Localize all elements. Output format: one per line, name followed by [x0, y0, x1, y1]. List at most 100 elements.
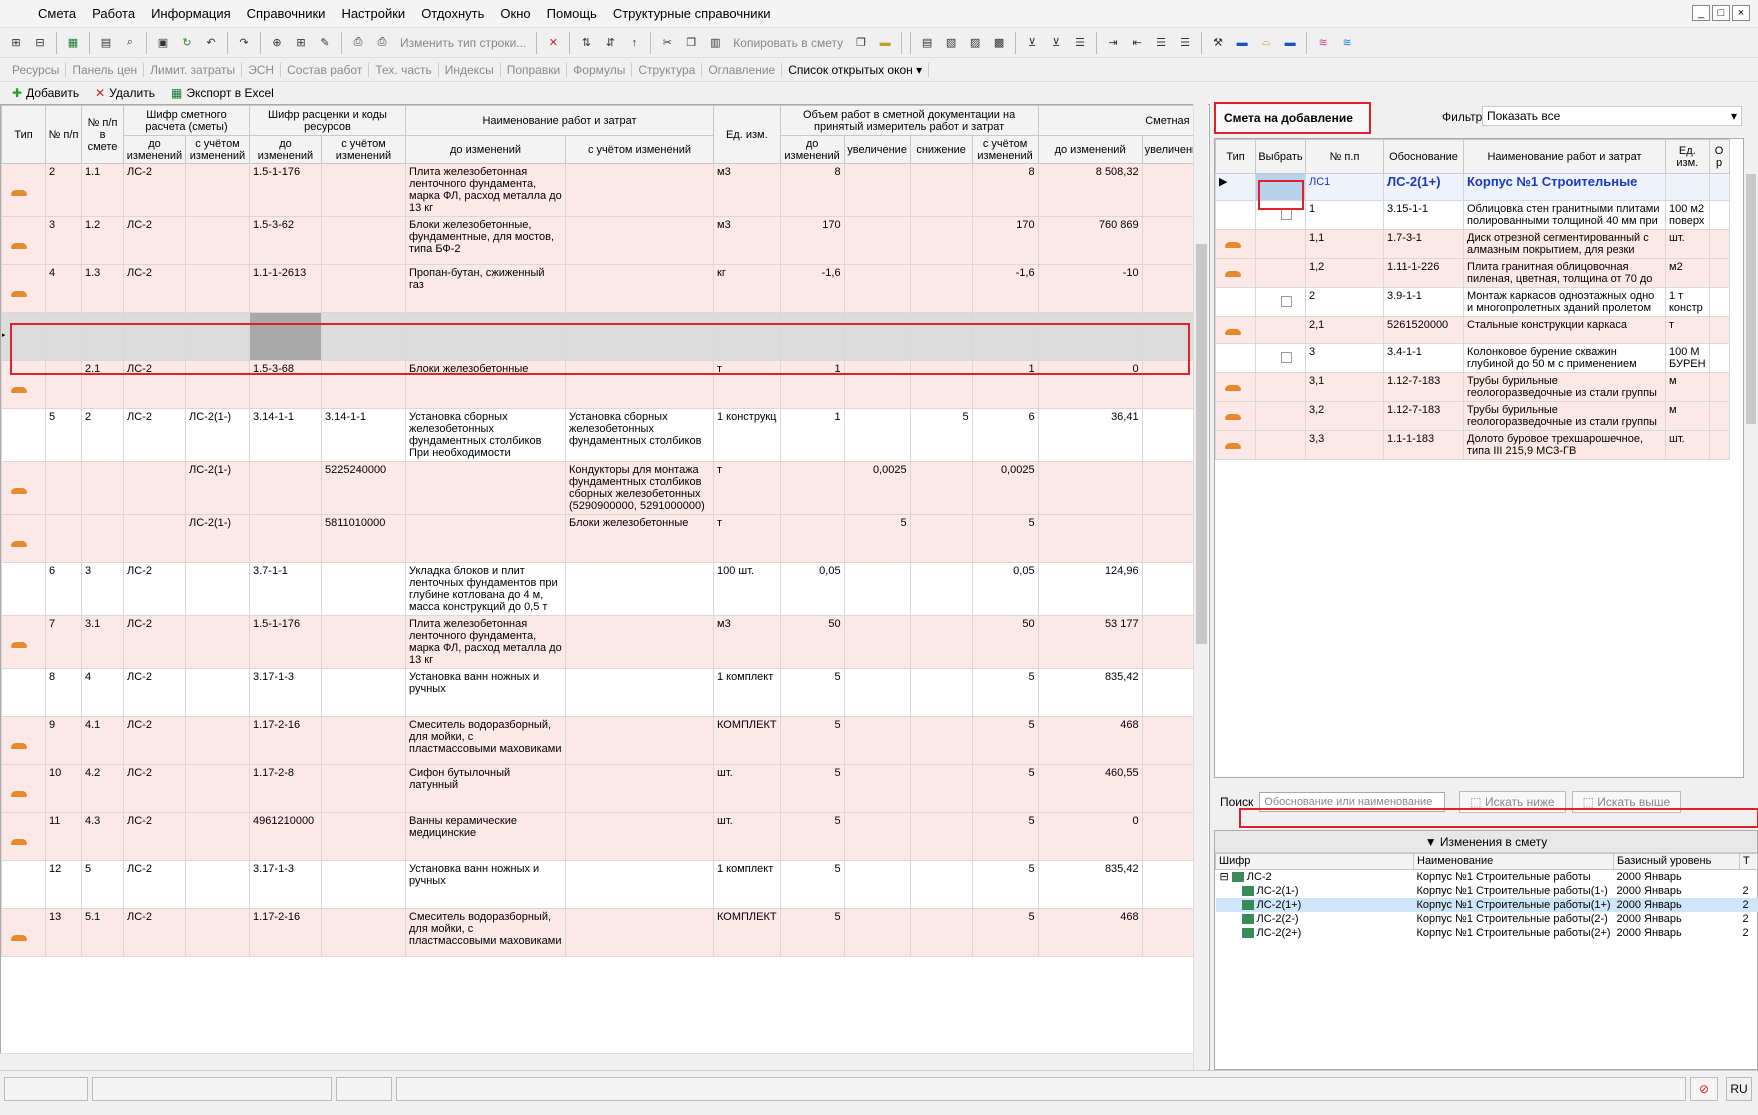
- cell-unit[interactable]: м3: [713, 163, 781, 217]
- cell-c2[interactable]: [185, 562, 250, 616]
- col-pp[interactable]: № п/п: [45, 105, 82, 164]
- cell-s1[interactable]: 36,41: [1037, 408, 1143, 462]
- cell-unit[interactable]: кг: [713, 264, 781, 313]
- cell-unit[interactable]: т: [713, 461, 781, 515]
- cell-vi[interactable]: [843, 360, 911, 409]
- col-cost[interactable]: Сметная с: [1037, 105, 1202, 136]
- delete-button[interactable]: ✕ Удалить: [87, 86, 163, 100]
- cell-n1[interactable]: Блоки железобетонные: [405, 360, 566, 409]
- table-row[interactable]: ЛС-2(1-) 5225240000 Кондукторы для монтажа…: [1, 461, 1202, 515]
- cell-r2[interactable]: [321, 264, 406, 313]
- col-type[interactable]: Тип: [1215, 139, 1256, 174]
- cell-vi[interactable]: 5: [843, 514, 911, 563]
- cell-c2[interactable]: [185, 764, 250, 813]
- scroll-thumb[interactable]: [1196, 244, 1207, 644]
- cell-c1[interactable]: ЛС-2: [123, 408, 186, 462]
- table-row[interactable]: 11 4.3 ЛС-2 4961210000 Ванны керамические ме…: [1, 812, 1202, 861]
- cell-c1[interactable]: ЛС-2: [123, 264, 186, 313]
- col-increase[interactable]: увеличение: [843, 135, 911, 164]
- cell-vd[interactable]: [909, 163, 973, 217]
- cell-unit[interactable]: шт.: [1665, 430, 1710, 460]
- cell-v2[interactable]: 5: [971, 668, 1039, 717]
- cell-unit[interactable]: [1665, 173, 1710, 201]
- cell-name[interactable]: Долото буровое трехшарошечное, типа III …: [1463, 430, 1666, 460]
- cell-pp[interactable]: 2,1: [1305, 316, 1384, 344]
- cell-n1[interactable]: Установка ванн ножных и ручных: [405, 860, 566, 909]
- toolbar2-item[interactable]: Лимит. затраты: [144, 62, 243, 77]
- cell-pp_in[interactable]: 5.1: [81, 908, 124, 957]
- cell-v2[interactable]: 5: [971, 514, 1039, 563]
- cell-pp_in[interactable]: 3: [81, 562, 124, 616]
- move2-icon[interactable]: ⇵: [600, 33, 620, 53]
- cell-v1[interactable]: [779, 461, 845, 515]
- delete-icon[interactable]: ✕: [543, 33, 563, 53]
- table-row[interactable]: 5 2 ЛС-2 ЛС-2(1-) 3.14-1-1 3.14-1-1 Установка …: [1, 408, 1202, 462]
- cell-n2[interactable]: [565, 264, 714, 313]
- cell-s1[interactable]: 468: [1037, 908, 1143, 957]
- cell-name[interactable]: Трубы бурильные геологоразведочные из ст…: [1463, 372, 1666, 402]
- cell-vi[interactable]: [843, 668, 911, 717]
- cell-s1[interactable]: 835,42: [1037, 668, 1143, 717]
- cell-v2[interactable]: 5: [971, 812, 1039, 861]
- cell-c1[interactable]: ЛС-2: [123, 716, 186, 765]
- cell-pp_in[interactable]: [81, 461, 124, 515]
- cell-unit[interactable]: КОМПЛЕКТ: [713, 908, 781, 957]
- cell-c1[interactable]: ЛС-2: [123, 163, 186, 217]
- scroll-thumb[interactable]: [1746, 174, 1756, 424]
- cell-r2[interactable]: [321, 360, 406, 409]
- cell-n2[interactable]: [565, 764, 714, 813]
- toolbar2-item[interactable]: Ресурсы: [6, 62, 67, 77]
- cell-vi[interactable]: [843, 716, 911, 765]
- table-row[interactable]: 7 3.1 ЛС-2 1.5-1-176 Плита железобетонная ле…: [1, 615, 1202, 669]
- cell-vi[interactable]: [843, 615, 911, 669]
- cell-unit[interactable]: 1 т констр: [1665, 287, 1710, 317]
- cell-name[interactable]: Диск отрезной сегментированный с алмазны…: [1463, 229, 1666, 259]
- cell-r1[interactable]: 3.14-1-1: [249, 408, 322, 462]
- toolbar2-item[interactable]: Индексы: [439, 62, 501, 77]
- book-icon[interactable]: ▤: [917, 33, 937, 53]
- redo-icon[interactable]: ↷: [234, 33, 254, 53]
- cell-n2[interactable]: [565, 860, 714, 909]
- language-indicator[interactable]: RU: [1726, 1077, 1752, 1101]
- col-basis[interactable]: Обоснование: [1383, 139, 1464, 174]
- toolbar2-item[interactable]: Тех. часть: [369, 62, 439, 77]
- cell-r1[interactable]: [249, 514, 322, 563]
- cell-r2[interactable]: [321, 908, 406, 957]
- cell-s1[interactable]: 53 177: [1037, 615, 1143, 669]
- col-before[interactable]: до изменений: [249, 135, 322, 164]
- cell-pp[interactable]: 12: [45, 860, 82, 909]
- menu-item[interactable]: Справочники: [239, 6, 334, 21]
- cell-n2[interactable]: Установка сборных железобетонных фундаме…: [565, 408, 714, 462]
- cell-pp[interactable]: 2: [1305, 287, 1384, 317]
- menu-item[interactable]: Настройки: [333, 6, 413, 21]
- cell-n1[interactable]: Укладка блоков и плит ленточных фундамен…: [405, 562, 566, 616]
- cell-v1[interactable]: 5: [779, 908, 845, 957]
- minimize-button[interactable]: _: [1692, 5, 1710, 21]
- table-row[interactable]: 13 5.1 ЛС-2 1.17-2-16 Смеситель водоразборны…: [1, 908, 1202, 957]
- cell-unit[interactable]: 1 комплект: [713, 668, 781, 717]
- cell-v2[interactable]: -1,6: [971, 264, 1039, 313]
- cell-pp[interactable]: [45, 312, 82, 361]
- cell-r2[interactable]: [321, 163, 406, 217]
- select-cell[interactable]: [1255, 372, 1306, 402]
- col-level[interactable]: Базисный уровень: [1613, 853, 1740, 870]
- cell-pp_in[interactable]: 1.3: [81, 264, 124, 313]
- cell-pp[interactable]: 1,1: [1305, 229, 1384, 259]
- cell-v2[interactable]: 5: [971, 860, 1039, 909]
- toolbar2-item[interactable]: Структура: [632, 62, 703, 77]
- cell-r2[interactable]: [321, 668, 406, 717]
- col-pp-in[interactable]: № п/п в смете: [81, 105, 124, 164]
- select-cell[interactable]: [1255, 343, 1306, 373]
- cell-n1[interactable]: Пропан-бутан, сжиженный газ: [405, 264, 566, 313]
- list-item[interactable]: 1,1 1.7-3-1 Диск отрезной сегментированный…: [1215, 229, 1730, 259]
- list-item[interactable]: 3,1 1.12-7-183 Трубы бурильные геологоразв…: [1215, 372, 1730, 402]
- restore-button[interactable]: □: [1712, 5, 1730, 21]
- cell-name[interactable]: Облицовка стен гранитными плитами полиро…: [1463, 200, 1666, 230]
- cell-vd[interactable]: [909, 615, 973, 669]
- left-vertical-scrollbar[interactable]: [1193, 104, 1208, 1070]
- cell-vi[interactable]: 0,0025: [843, 461, 911, 515]
- menu-item[interactable]: Структурные справочники: [605, 6, 779, 21]
- cell-vi[interactable]: [843, 812, 911, 861]
- cell-r1[interactable]: 1.17-2-16: [249, 908, 322, 957]
- cell-vd[interactable]: [909, 860, 973, 909]
